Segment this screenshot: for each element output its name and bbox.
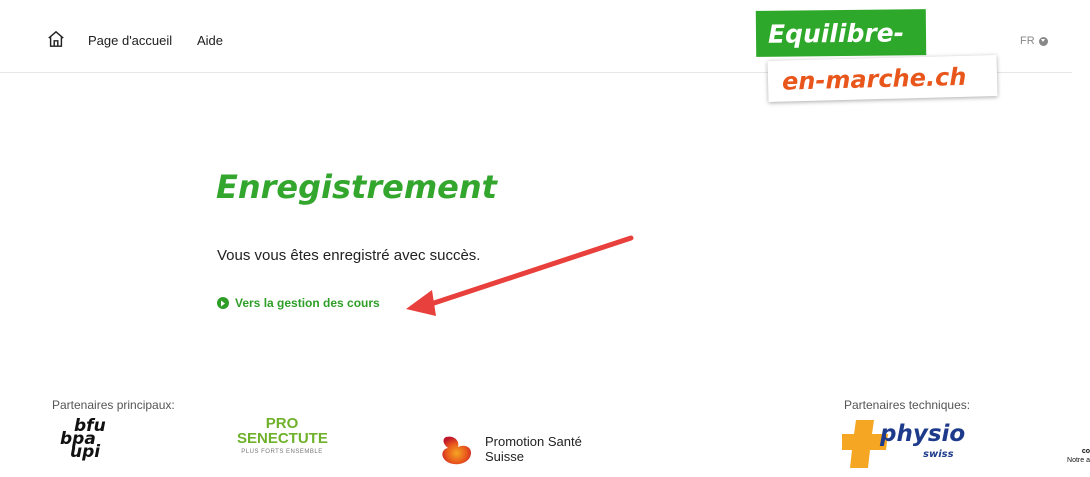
pro-senectute-tagline: PLUS FORTS ENSEMBLE [241, 449, 323, 455]
nav-help-link[interactable]: Aide [197, 33, 223, 48]
chevron-right-circle-icon [217, 297, 229, 309]
logo-top-block[interactable]: Equilibre- [755, 9, 927, 57]
main-partners-label: Partenaires principaux: [52, 398, 175, 412]
promotion-sante-text[interactable]: Promotion Santé Suisse [485, 434, 582, 464]
tech-partners-label: Partenaires techniques: [844, 398, 971, 412]
page-title: Enregistrement [216, 168, 497, 206]
chevron-down-icon [1038, 36, 1048, 46]
bfu-logo[interactable]: bfu bpa upi [60, 418, 120, 476]
course-management-link[interactable]: Vers la gestion des cours [217, 296, 380, 310]
cutoff-line-1: co [1081, 448, 1090, 455]
home-icon[interactable] [47, 30, 65, 48]
pro-senectute-line-1: PRO [265, 415, 299, 432]
logo-bottom-block[interactable]: en-marche.ch [767, 55, 998, 102]
success-message: Vous vous êtes enregistré avec succès. [217, 247, 481, 264]
promotion-sante-line-1: Promotion Santé [485, 434, 582, 449]
pro-senectute-logo[interactable]: PRO SENECTUTE PLUS FORTS ENSEMBLE [237, 415, 328, 455]
course-management-link-label: Vers la gestion des cours [235, 296, 380, 310]
logo-line-2: en-marche.ch [781, 62, 967, 96]
physio-wordmark: physio [880, 421, 966, 447]
cutoff-text: co Notre a [1060, 447, 1090, 465]
cutoff-line-2: Notre a [1067, 457, 1090, 464]
promotion-sante-line-2: Suisse [485, 449, 525, 464]
promotion-sante-icon[interactable] [440, 433, 476, 467]
nav-home-link[interactable]: Page d'accueil [88, 33, 172, 48]
language-label: FR [1020, 35, 1035, 47]
pro-senectute-line-2: SENECTUTE [237, 430, 328, 447]
upi-line: upi [70, 442, 101, 462]
language-selector[interactable]: FR [1020, 35, 1048, 47]
logo-line-1: Equilibre- [767, 17, 905, 49]
swiss-wordmark: swiss [923, 449, 954, 460]
